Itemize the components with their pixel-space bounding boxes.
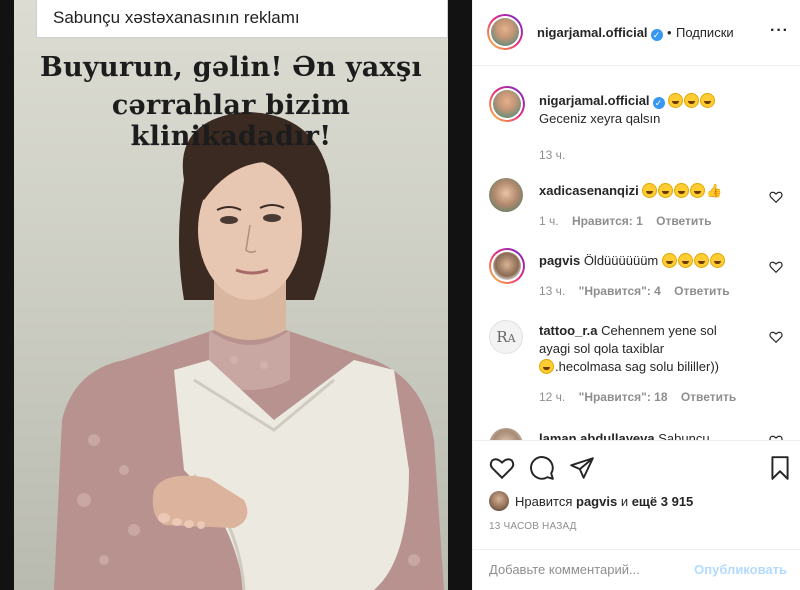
- comment-item: laman.abdullayeva Sabunçu: [489, 428, 789, 440]
- reply-button[interactable]: Ответить: [674, 284, 729, 298]
- grinning-sweat-emoji-icon: [690, 183, 706, 198]
- add-comment-bar: Опубликовать: [473, 549, 800, 590]
- commenter-avatar[interactable]: RA: [489, 320, 523, 354]
- comment-time[interactable]: 13 ч.: [539, 284, 565, 298]
- post-caption: nigarjamal.official ✓ Geceniz xeyra qalsı…: [489, 86, 789, 166]
- likes-summary[interactable]: Нравится pagvis и ещё 3 915: [489, 491, 693, 511]
- caption-time[interactable]: 13 ч.: [539, 148, 565, 162]
- comment-icon[interactable]: [529, 455, 555, 481]
- verified-badge-icon: ✓: [652, 97, 665, 109]
- grinning-sweat-emoji-icon: [661, 253, 677, 268]
- post-header: nigarjamal.official ✓ • Подписки ···: [473, 0, 800, 66]
- comment-item: pagvis Öldüüüüüüm 13 ч. "Нравится": 4 От…: [489, 248, 789, 308]
- comment-item: xadicasenanqizi 👍 1 ч. Нравится: 1 Ответ…: [489, 178, 789, 238]
- comment-item: RA tattoo_r.a Cehennem yene sol ayagi so…: [489, 320, 789, 410]
- rofl-emoji-icon: [674, 183, 690, 198]
- caption-username[interactable]: nigarjamal.official: [539, 93, 650, 108]
- likes-middle: и: [620, 494, 629, 509]
- publish-button[interactable]: Опубликовать: [694, 562, 787, 577]
- ad-headline-line1: Buyurun, gəlin! Ən yaxşı: [40, 52, 422, 83]
- commenter-avatar[interactable]: [489, 428, 523, 440]
- heart-icon[interactable]: [769, 260, 783, 274]
- author-username[interactable]: nigarjamal.official: [537, 25, 648, 40]
- heart-icon[interactable]: [769, 330, 783, 344]
- comment-input[interactable]: [489, 562, 689, 577]
- heart-icon[interactable]: [489, 455, 515, 481]
- likes-others[interactable]: ещё 3 915: [632, 494, 694, 509]
- caption-avatar[interactable]: [489, 86, 525, 122]
- comment-time[interactable]: 12 ч.: [539, 390, 565, 404]
- bookmark-icon[interactable]: [767, 455, 793, 481]
- verified-badge-icon: ✓: [650, 29, 663, 41]
- comments-list[interactable]: nigarjamal.official ✓ Geceniz xeyra qalsı…: [473, 66, 800, 440]
- comment-likes[interactable]: "Нравится": 4: [579, 284, 661, 298]
- grinning-sweat-emoji-icon: [677, 253, 693, 268]
- comment-time[interactable]: 1 ч.: [539, 214, 559, 228]
- caption-text: Geceniz xeyra qalsın: [539, 111, 661, 126]
- ad-headline-line2: cərrahlar bizim klinikadadır!: [111, 90, 351, 152]
- thumbs-up-emoji-icon: 👍: [706, 183, 723, 198]
- grinning-sweat-emoji-icon: [693, 253, 709, 268]
- ad-caption-text: Sabunçu xəstəxanasının reklamı: [53, 8, 300, 27]
- comment-text: Sabunçu: [658, 431, 710, 440]
- heart-icon[interactable]: [769, 190, 783, 204]
- more-horizontal-icon[interactable]: ···: [770, 22, 789, 40]
- woman-in-sling-illustration: [54, 112, 444, 590]
- post-media[interactable]: Sabunçu xəstəxanasının reklamı Buyurun, …: [0, 0, 472, 590]
- author-avatar[interactable]: [487, 14, 523, 50]
- liker-avatar[interactable]: [489, 491, 509, 511]
- ad-caption-box: Sabunçu xəstəxanasının reklamı: [36, 0, 448, 38]
- comment-username[interactable]: pagvis: [539, 253, 580, 268]
- likes-user[interactable]: pagvis: [576, 494, 617, 509]
- post-image: Sabunçu xəstəxanasının reklamı Buyurun, …: [14, 0, 448, 590]
- comment-username[interactable]: laman.abdullayeva: [539, 431, 655, 440]
- grinning-sweat-emoji-icon: [700, 93, 716, 108]
- comment-likes[interactable]: "Нравится": 18: [579, 390, 668, 404]
- reply-button[interactable]: Ответить: [656, 214, 711, 228]
- post-actions: Нравится pagvis и ещё 3 915 13 ЧАСОВ НАЗ…: [473, 440, 800, 590]
- post-side-panel: nigarjamal.official ✓ • Подписки ··· niga…: [472, 0, 800, 590]
- grinning-sweat-emoji-icon: [709, 253, 725, 268]
- comment-text-tail: .hecolmasa sag solu bililler)): [555, 359, 720, 374]
- grinning-sweat-emoji-icon: [668, 93, 684, 108]
- comment-likes[interactable]: Нравится: 1: [572, 214, 643, 228]
- post-timestamp[interactable]: 13 ЧАСОВ НАЗАД: [489, 521, 577, 532]
- reply-button[interactable]: Ответить: [681, 390, 736, 404]
- comment-text: Öldüüüüüüm: [583, 253, 659, 268]
- likes-prefix: Нравится: [515, 494, 573, 509]
- grinning-sweat-emoji-icon: [684, 93, 700, 108]
- share-icon[interactable]: [569, 455, 595, 481]
- header-separator: •: [667, 25, 672, 40]
- rofl-emoji-icon: [658, 183, 674, 198]
- comment-username[interactable]: tattoo_r.a: [539, 323, 598, 338]
- rofl-emoji-icon: [642, 183, 658, 198]
- comment-username[interactable]: xadicasenanqizi: [539, 183, 639, 198]
- commenter-avatar[interactable]: [489, 178, 523, 212]
- following-button[interactable]: Подписки: [676, 25, 734, 40]
- grinning-sweat-emoji-icon: [539, 359, 554, 374]
- commenter-avatar[interactable]: [489, 248, 525, 284]
